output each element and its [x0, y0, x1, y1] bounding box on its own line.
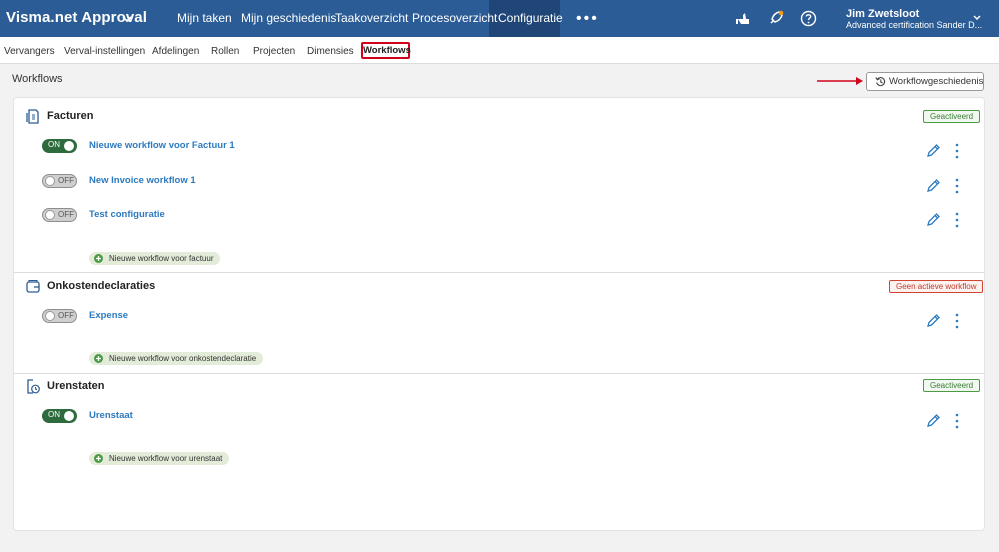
plus-circle-icon	[94, 254, 103, 263]
workflow-link[interactable]: Test configuratie	[89, 209, 165, 220]
section-facturen: Facturen Geactiveerd ON Nieuwe workflow …	[14, 98, 984, 272]
edit-pencil-icon[interactable]	[926, 413, 941, 428]
more-menu-button[interactable]: •••	[576, 10, 599, 28]
workflows-card: Facturen Geactiveerd ON Nieuwe workflow …	[13, 97, 985, 531]
tab-rollen[interactable]: Rollen	[211, 46, 239, 57]
toggle-knob	[64, 411, 74, 421]
section-title: Facturen	[47, 110, 94, 122]
plus-circle-icon	[94, 354, 103, 363]
tab-dimensies[interactable]: Dimensies	[307, 46, 354, 57]
add-workflow-button[interactable]: Nieuwe workflow voor factuur	[89, 252, 221, 265]
workflow-history-label: Workflowgeschiedenis	[889, 76, 984, 87]
toggle-knob	[45, 176, 55, 186]
more-vertical-icon[interactable]	[954, 143, 960, 159]
workflow-toggle[interactable]: OFF	[42, 309, 77, 323]
plus-circle-icon	[94, 454, 103, 463]
workflow-toggle[interactable]: OFF	[42, 174, 77, 188]
nav-procesoverzicht[interactable]: Procesoverzicht	[412, 11, 497, 25]
edit-pencil-icon[interactable]	[926, 212, 941, 227]
nav-mijn-taken[interactable]: Mijn taken	[177, 11, 232, 25]
chevron-down-icon[interactable]	[972, 13, 982, 23]
status-badge: Geactiveerd	[923, 379, 981, 392]
toggle-label: OFF	[58, 311, 74, 320]
toggle-label: ON	[48, 410, 60, 419]
configuration-subnav: Vervangers Verval-instellingen Afdelinge…	[0, 37, 999, 64]
workflow-link[interactable]: New Invoice workflow 1	[89, 175, 196, 186]
tab-vervangers[interactable]: Vervangers	[4, 46, 55, 57]
status-badge: Geactiveerd	[923, 110, 981, 123]
edit-pencil-icon[interactable]	[926, 143, 941, 158]
page-title: Workflows	[12, 73, 63, 85]
tab-verval-instellingen[interactable]: Verval-instellingen	[64, 46, 145, 57]
workflow-toggle[interactable]: ON	[42, 139, 77, 153]
add-workflow-label: Nieuwe workflow voor factuur	[109, 254, 214, 263]
invoice-icon	[26, 109, 39, 124]
nav-configuratie[interactable]: Configuratie	[498, 11, 563, 25]
section-urenstaten: Urenstaten Geactiveerd ON Urenstaat Nieu…	[14, 374, 984, 524]
help-icon[interactable]	[800, 10, 817, 27]
top-navigation-bar: Visma.net Approval Mijn taken Mijn gesch…	[0, 0, 999, 37]
toggle-knob	[45, 210, 55, 220]
user-name[interactable]: Jim Zwetsloot	[846, 8, 919, 20]
add-workflow-button[interactable]: Nieuwe workflow voor onkostendeclaratie	[89, 352, 264, 365]
tab-projecten[interactable]: Projecten	[253, 46, 295, 57]
add-workflow-label: Nieuwe workflow voor urenstaat	[109, 454, 223, 463]
edit-pencil-icon[interactable]	[926, 178, 941, 193]
toggle-knob	[45, 311, 55, 321]
tab-afdelingen[interactable]: Afdelingen	[152, 46, 199, 57]
timesheet-icon	[27, 379, 40, 394]
nav-mijn-geschiedenis[interactable]: Mijn geschiedenis	[241, 11, 336, 25]
more-vertical-icon[interactable]	[954, 313, 960, 329]
toggle-label: OFF	[58, 176, 74, 185]
edit-pencil-icon[interactable]	[926, 313, 941, 328]
add-workflow-label: Nieuwe workflow voor onkostendeclaratie	[109, 354, 257, 363]
section-onkostendeclaraties: Onkostendeclaraties Geen actieve workflo…	[14, 273, 984, 373]
workflow-toggle[interactable]: ON	[42, 409, 77, 423]
more-vertical-icon[interactable]	[954, 178, 960, 194]
chevron-down-icon[interactable]	[120, 12, 134, 26]
expense-icon	[26, 279, 40, 293]
add-workflow-button[interactable]: Nieuwe workflow voor urenstaat	[89, 452, 230, 465]
workflow-link[interactable]: Expense	[89, 310, 128, 321]
workflow-history-button[interactable]: Workflowgeschiedenis	[866, 72, 984, 91]
more-vertical-icon[interactable]	[954, 413, 960, 429]
arrow-icon	[817, 77, 863, 85]
section-title: Urenstaten	[47, 380, 105, 392]
nav-taakoverzicht[interactable]: Taakoverzicht	[335, 11, 408, 25]
section-title: Onkostendeclaraties	[47, 280, 156, 292]
rocket-icon[interactable]	[767, 10, 784, 27]
hand-icon[interactable]	[735, 10, 752, 27]
status-badge: Geen actieve workflow	[889, 280, 984, 293]
workflow-toggle[interactable]: OFF	[42, 208, 77, 222]
user-company[interactable]: Advanced certification Sander D...	[846, 20, 982, 30]
workflow-link[interactable]: Nieuwe workflow voor Factuur 1	[89, 140, 235, 151]
history-icon	[875, 77, 886, 87]
more-vertical-icon[interactable]	[954, 212, 960, 228]
toggle-label: ON	[48, 140, 60, 149]
toggle-label: OFF	[58, 210, 74, 219]
workflow-link[interactable]: Urenstaat	[89, 410, 133, 421]
toggle-knob	[64, 141, 74, 151]
tab-workflows[interactable]: Workflows	[361, 42, 411, 59]
